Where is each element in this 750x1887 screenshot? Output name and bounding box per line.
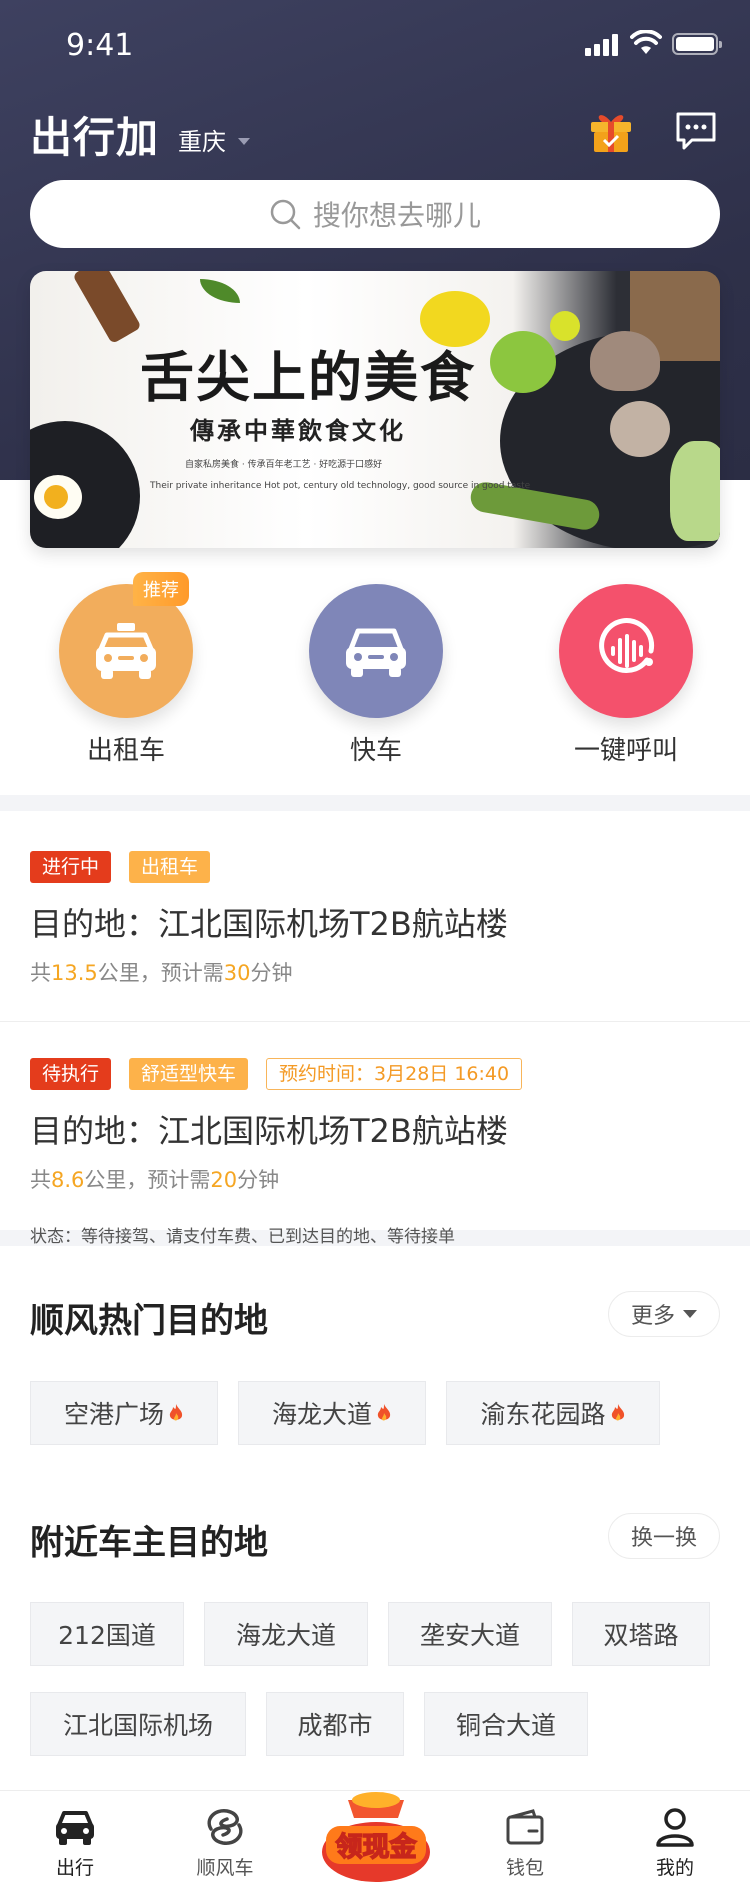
fire-icon — [169, 1404, 183, 1421]
signal-icon — [585, 34, 621, 56]
carpool-icon — [207, 1809, 243, 1845]
order-distance: 13.5 — [51, 961, 98, 985]
message-icon[interactable] — [674, 110, 718, 152]
refresh-button[interactable]: 换一换 — [607, 1513, 720, 1559]
caret-down-icon — [683, 1310, 697, 1318]
tab-carpool[interactable]: 顺风车 — [170, 1807, 280, 1880]
status-note: 状态：等待接驾、请支付车费、已到达目的地、等待接单 — [30, 1227, 455, 1247]
caret-down-icon — [238, 137, 250, 145]
hot-destination-chip[interactable]: 海龙大道 — [238, 1381, 426, 1445]
search-input[interactable]: 搜你想去哪儿 — [30, 180, 720, 248]
order-destination: 目的地：江北国际机场T2B航站楼 — [30, 905, 508, 943]
order-meta: 共8.6公里，预计需20分钟 — [30, 1168, 280, 1192]
claim-cash-label: 领现金 — [336, 1831, 418, 1863]
status-time: 9:41 — [66, 28, 134, 63]
service-label: 出租车 — [86, 736, 165, 766]
nearby-destination-chip[interactable]: 海龙大道 — [204, 1602, 368, 1666]
wifi-icon — [630, 30, 662, 54]
tab-profile[interactable]: 我的 — [620, 1807, 730, 1880]
service-taxi[interactable]: 出租车 — [59, 584, 193, 767]
more-button[interactable]: 更多 — [607, 1291, 720, 1337]
order-duration: 30 — [223, 961, 251, 985]
fire-icon — [377, 1404, 391, 1421]
service-express[interactable]: 快车 — [309, 584, 443, 767]
recommend-badge: 推荐 — [133, 572, 189, 606]
search-icon — [270, 199, 301, 230]
hot-destination-chip[interactable]: 空港广场 — [30, 1381, 218, 1445]
tab-label: 顺风车 — [196, 1857, 254, 1879]
tab-travel[interactable]: 出行 — [20, 1807, 130, 1880]
service-label: 快车 — [349, 736, 402, 766]
car-icon — [309, 584, 443, 718]
gift-icon[interactable] — [588, 108, 634, 154]
nearby-destination-chip[interactable]: 垄安大道 — [388, 1602, 552, 1666]
tab-label: 钱包 — [505, 1857, 544, 1879]
voice-call-icon — [559, 584, 693, 718]
fire-icon — [611, 1404, 624, 1421]
city-selector[interactable]: 重庆 — [178, 122, 250, 157]
service-label: 一键呼叫 — [573, 736, 678, 766]
order-meta: 共13.5公里，预计需30分钟 — [30, 961, 293, 985]
refresh-label: 换一换 — [630, 1526, 697, 1551]
hot-destinations-title: 顺风热门目的地 — [30, 1301, 268, 1341]
claim-cash-button[interactable]: 领现金 — [318, 1792, 434, 1884]
app-title: 出行加 — [30, 113, 160, 162]
more-label: 更多 — [630, 1304, 675, 1329]
order-destination: 目的地：江北国际机场T2B航站楼 — [30, 1112, 508, 1150]
hot-destination-chip[interactable]: 渝东花园路 — [446, 1381, 660, 1445]
car-icon — [56, 1811, 94, 1845]
section-divider — [0, 795, 750, 811]
status-bar: 9:41 — [0, 0, 750, 90]
banner-subtitle: 傳承中華飲食文化 — [190, 416, 406, 445]
promo-banner[interactable]: 舌尖上的美食 傳承中華飲食文化 自家私房美食 · 传承百年老工艺 · 好吃源于口… — [30, 271, 720, 548]
tab-wallet[interactable]: 钱包 — [470, 1807, 580, 1880]
service-type-badge: 舒适型快车 — [129, 1058, 249, 1090]
booking-time-badge: 预约时间：3月28日 16:40 — [266, 1058, 523, 1090]
tab-label: 我的 — [655, 1857, 694, 1879]
tab-label: 出行 — [55, 1857, 94, 1879]
service-type-badge: 出租车 — [129, 851, 211, 883]
nearby-destination-chip[interactable]: 江北国际机场 — [30, 1692, 246, 1756]
status-badge: 进行中 — [30, 851, 112, 883]
battery-icon — [672, 33, 722, 55]
nearby-destination-chip[interactable]: 双塔路 — [572, 1602, 710, 1666]
wallet-icon — [506, 1809, 544, 1845]
nearby-destinations-title: 附近车主目的地 — [30, 1523, 268, 1563]
row-separator — [0, 1021, 750, 1022]
status-badge: 待执行 — [30, 1058, 112, 1090]
banner-title: 舌尖上的美食 — [140, 345, 476, 409]
banner-line2: Their private inheritance Hot pot, centu… — [150, 481, 531, 491]
order-duration: 20 — [210, 1168, 238, 1192]
banner-line1: 自家私房美食 · 传承百年老工艺 · 好吃源于口感好 — [185, 460, 383, 470]
nearby-destination-chip[interactable]: 成都市 — [266, 1692, 404, 1756]
city-label: 重庆 — [178, 128, 226, 156]
user-icon — [656, 1808, 694, 1847]
nearby-destination-chip[interactable]: 铜合大道 — [424, 1692, 588, 1756]
order-distance: 8.6 — [51, 1168, 85, 1192]
nearby-destination-chip[interactable]: 212国道 — [30, 1602, 184, 1666]
search-placeholder: 搜你想去哪儿 — [312, 199, 481, 232]
service-one-tap-call[interactable]: 一键呼叫 — [559, 584, 693, 767]
